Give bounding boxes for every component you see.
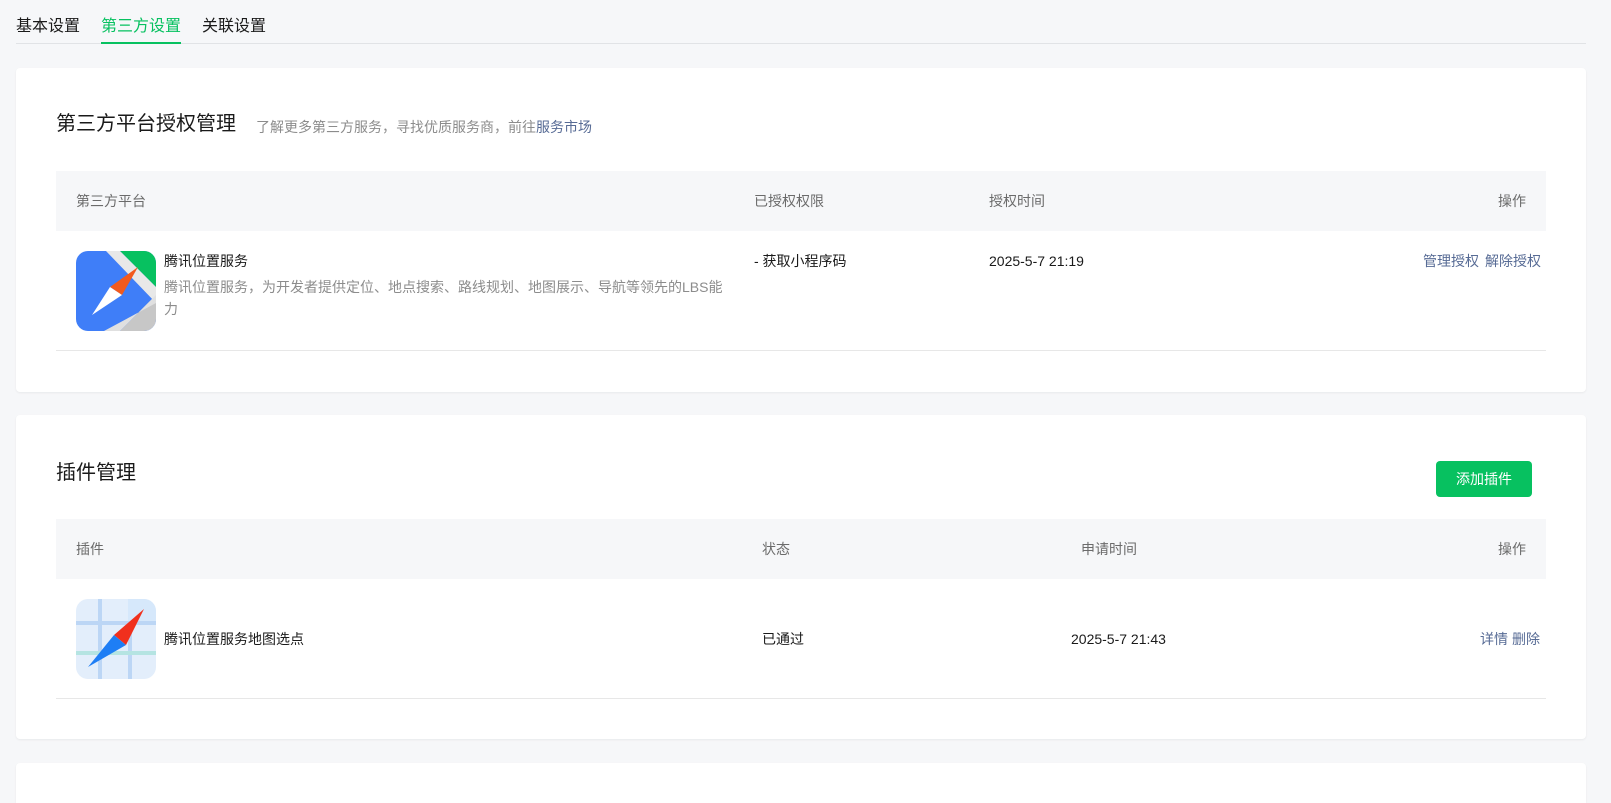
plugin-management-card: 插件管理 添加插件 插件 状态 申请时间 操作 腾讯位置服务地图选点 已通过 2… bbox=[16, 415, 1586, 739]
granted-permission: - 获取小程序码 bbox=[754, 253, 847, 269]
column-permissions: 已授权权限 bbox=[754, 193, 824, 209]
third-party-table-header: 第三方平台 已授权权限 授权时间 操作 bbox=[56, 171, 1546, 231]
platform-description: 腾讯位置服务，为开发者提供定位、地点搜索、路线规划、地图展示、导航等领先的LBS… bbox=[164, 279, 723, 317]
third-party-auth-subtitle: 了解更多第三方服务，寻找优质服务商，前往服务市场 bbox=[256, 117, 592, 137]
column-status: 状态 bbox=[762, 541, 790, 557]
plugin-delete-link[interactable]: 删除 bbox=[1512, 629, 1540, 649]
table-row: 腾讯位置服务 腾讯位置服务，为开发者提供定位、地点搜索、路线规划、地图展示、导航… bbox=[56, 231, 1546, 351]
additional-settings-card bbox=[16, 763, 1586, 803]
service-market-link[interactable]: 服务市场 bbox=[536, 119, 592, 135]
third-party-auth-card: 第三方平台授权管理 了解更多第三方服务，寻找优质服务商，前往服务市场 第三方平台… bbox=[16, 68, 1586, 392]
tab-related-settings[interactable]: 关联设置 bbox=[202, 16, 266, 44]
plugin-detail-link[interactable]: 详情 bbox=[1480, 629, 1508, 649]
table-row: 腾讯位置服务地图选点 已通过 2025-5-7 21:43 详情 删除 bbox=[56, 579, 1546, 699]
tab-third-party-settings[interactable]: 第三方设置 bbox=[101, 16, 182, 44]
subtitle-text: 了解更多第三方服务，寻找优质服务商，前往 bbox=[256, 119, 536, 135]
manage-auth-link[interactable]: 管理授权 bbox=[1423, 251, 1479, 271]
column-actions: 操作 bbox=[1498, 193, 1526, 209]
settings-tabs: 基本设置 第三方设置 关联设置 bbox=[16, 0, 1586, 44]
column-apply-time: 申请时间 bbox=[1081, 541, 1137, 557]
column-platform: 第三方平台 bbox=[76, 193, 146, 209]
page: 基本设置 第三方设置 关联设置 第三方平台授权管理 了解更多第三方服务，寻找优质… bbox=[0, 0, 1611, 803]
plugin-table-header: 插件 状态 申请时间 操作 bbox=[56, 519, 1546, 579]
third-party-auth-title: 第三方平台授权管理 bbox=[56, 113, 236, 135]
column-actions: 操作 bbox=[1498, 541, 1526, 557]
auth-time: 2025-5-7 21:19 bbox=[989, 253, 1084, 269]
plugin-name: 腾讯位置服务地图选点 bbox=[164, 631, 304, 647]
add-plugin-button[interactable]: 添加插件 bbox=[1436, 461, 1532, 497]
tencent-location-service-icon bbox=[76, 251, 156, 331]
platform-name: 腾讯位置服务 bbox=[164, 253, 248, 269]
column-auth-time: 授权时间 bbox=[989, 193, 1045, 209]
plugin-management-title: 插件管理 bbox=[56, 462, 136, 484]
tab-basic-settings[interactable]: 基本设置 bbox=[16, 16, 80, 44]
plugin-status: 已通过 bbox=[762, 631, 804, 647]
column-plugin: 插件 bbox=[76, 541, 104, 557]
plugin-apply-time: 2025-5-7 21:43 bbox=[1071, 631, 1166, 647]
revoke-auth-link[interactable]: 解除授权 bbox=[1485, 251, 1541, 271]
map-location-picker-icon bbox=[76, 599, 156, 679]
